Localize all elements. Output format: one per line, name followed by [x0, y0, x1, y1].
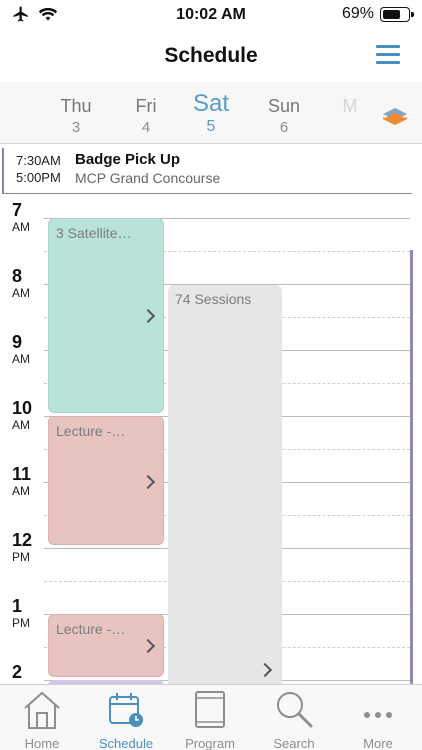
day-name: Fri: [135, 96, 157, 116]
more-dots-icon: [364, 712, 392, 718]
day-name: Sun: [267, 96, 301, 116]
calendar-clock-icon: [109, 693, 143, 727]
menu-icon-bar: [376, 53, 400, 56]
day-sun[interactable]: Sun 6: [256, 96, 312, 136]
hour-label: 11 AM: [12, 464, 32, 498]
day-sat[interactable]: Sat 5: [183, 90, 239, 136]
tab-schedule[interactable]: Schedule: [86, 689, 166, 750]
hour-label: 8 AM: [12, 266, 30, 300]
hour-label: 1 PM: [12, 596, 30, 630]
layers-button[interactable]: [380, 104, 410, 130]
menu-button[interactable]: [376, 45, 400, 65]
menu-icon-bar: [376, 61, 400, 64]
day-fri[interactable]: Fri 4: [118, 96, 174, 136]
home-icon: [24, 691, 60, 729]
timeline[interactable]: 7 AM 8 AM 9 AM 10 AM 11 AM 12 PM 1 PM 2 74 Sess…: [0, 194, 422, 684]
day-number: 5: [206, 118, 216, 135]
satellite-block[interactable]: 3 Satellite…: [48, 218, 164, 413]
battery-icon: [380, 6, 414, 22]
nav-bar: Schedule: [0, 30, 422, 82]
hour-label: 7 AM: [12, 200, 30, 234]
chevron-right-icon: [257, 662, 273, 678]
day-selector: Thu 3 Fri 4 Sat 5 Sun 6 M: [0, 82, 422, 144]
battery-percent: 69%: [341, 5, 374, 22]
badge-pickup-timeline-bar: [410, 250, 413, 684]
event-start-time: 7:30AM: [16, 153, 61, 168]
tab-search[interactable]: Search: [254, 689, 334, 750]
hour-label: 2: [12, 662, 23, 682]
block-label: 74 Sessions: [175, 291, 252, 307]
book-icon: [195, 691, 225, 728]
tab-label: Program: [185, 736, 235, 750]
hour-label: 9 AM: [12, 332, 30, 366]
day-name: Sat: [192, 90, 230, 117]
day-name: Thu: [60, 96, 92, 116]
block-label: 3 Satellite…: [56, 225, 132, 241]
chevron-right-icon: [140, 308, 156, 324]
tab-more[interactable]: More: [338, 689, 418, 750]
day-thu[interactable]: Thu 3: [48, 96, 104, 136]
chevron-right-icon: [140, 638, 156, 654]
badge-pickup-event[interactable]: 7:30AM 5:00PM Badge Pick Up MCP Grand Co…: [2, 148, 412, 194]
event-location: MCP Grand Concourse: [75, 170, 221, 186]
layers-icon: [383, 108, 407, 125]
event-title: Badge Pick Up: [75, 151, 181, 168]
tab-label: Search: [273, 736, 315, 750]
tab-label: More: [363, 736, 393, 750]
tab-bar: Home Schedule Program Search More: [0, 684, 422, 750]
search-icon: [277, 692, 313, 728]
day-number: 3: [71, 119, 81, 136]
lecture-block[interactable]: Lecture -…: [48, 614, 164, 677]
block-label: Lecture -…: [56, 423, 126, 439]
day-number: 4: [141, 119, 151, 136]
day-number: 6: [279, 119, 289, 136]
battery-fill: [383, 9, 400, 19]
status-bar: 10:02 AM 69%: [0, 0, 422, 30]
tab-label: Schedule: [98, 736, 154, 750]
tab-home[interactable]: Home: [2, 689, 82, 750]
tab-program[interactable]: Program: [170, 689, 250, 750]
chevron-right-icon: [140, 474, 156, 490]
hour-label: 10 AM: [12, 398, 33, 432]
day-name: M: [342, 96, 358, 116]
sessions-block[interactable]: 74 Sessions: [168, 285, 282, 684]
status-right: 69%: [341, 5, 414, 23]
event-end-time: 5:00PM: [16, 170, 61, 185]
hour-label: 12 PM: [12, 530, 33, 564]
page-title: Schedule: [164, 44, 258, 67]
tab-label: Home: [24, 736, 60, 750]
menu-icon-bar: [376, 45, 400, 48]
block-label: Lecture -…: [56, 621, 126, 637]
lecture-block[interactable]: Lecture -…: [48, 416, 164, 545]
day-mon[interactable]: M: [322, 96, 378, 119]
